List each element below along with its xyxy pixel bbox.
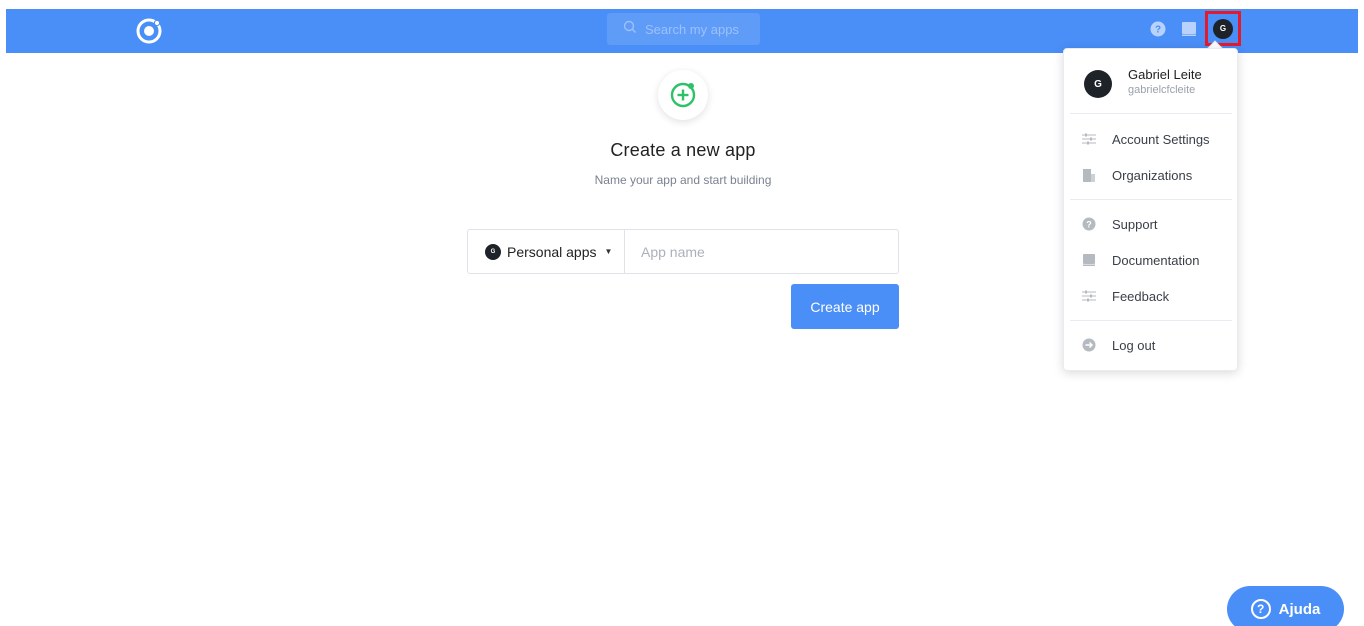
menu-item-label: Account Settings bbox=[1112, 131, 1210, 147]
caret-down-icon: ▼ bbox=[604, 247, 613, 256]
menu-item-support[interactable]: ? Support bbox=[1082, 213, 1232, 235]
help-icon[interactable]: ? bbox=[1150, 21, 1166, 37]
app-name-input[interactable] bbox=[625, 230, 898, 273]
menu-item-feedback[interactable]: Feedback bbox=[1082, 285, 1232, 307]
menu-item-label: Log out bbox=[1112, 337, 1156, 353]
add-app-icon bbox=[658, 70, 708, 120]
help-widget-label: Ajuda bbox=[1278, 600, 1321, 618]
question-circle-icon: ? bbox=[1250, 599, 1271, 619]
top-navigation-bar: Search my apps ? G bbox=[6, 9, 1358, 53]
org-avatar: G bbox=[485, 243, 501, 260]
menu-item-organizations[interactable]: Organizations bbox=[1082, 164, 1232, 186]
organization-select[interactable]: G Personal apps ▼ bbox=[468, 230, 625, 273]
search-icon bbox=[623, 20, 637, 39]
ionic-logo-icon[interactable] bbox=[134, 16, 164, 46]
arrow-right-circle-icon bbox=[1082, 338, 1096, 352]
menu-item-label: Feedback bbox=[1112, 288, 1170, 304]
account-menu-button[interactable]: G bbox=[1205, 11, 1241, 46]
menu-item-documentation[interactable]: Documentation bbox=[1082, 249, 1232, 271]
account-user-info: G Gabriel Leite gabrielcfcleite bbox=[1084, 63, 1224, 103]
sliders-icon bbox=[1082, 289, 1096, 303]
building-icon bbox=[1082, 168, 1096, 182]
help-widget-button[interactable]: ? Ajuda bbox=[1227, 586, 1344, 626]
search-placeholder: Search my apps bbox=[645, 21, 739, 37]
menu-item-label: Support bbox=[1112, 216, 1158, 232]
book-icon[interactable] bbox=[1181, 21, 1197, 37]
page-subtitle: Name your app and start building bbox=[594, 173, 772, 187]
avatar: G bbox=[1213, 18, 1233, 39]
divider bbox=[1070, 113, 1232, 114]
organization-label: Personal apps bbox=[507, 243, 597, 260]
search-input[interactable]: Search my apps bbox=[607, 13, 760, 45]
user-handle: gabrielcfcleite bbox=[1128, 84, 1196, 96]
create-app-button[interactable]: Create app bbox=[791, 284, 899, 329]
user-name: Gabriel Leite bbox=[1128, 67, 1202, 82]
account-dropdown-menu: G Gabriel Leite gabrielcfcleite Account … bbox=[1063, 48, 1238, 371]
avatar: G bbox=[1084, 70, 1112, 98]
book-icon bbox=[1082, 253, 1096, 267]
menu-item-label: Organizations bbox=[1112, 167, 1193, 183]
sliders-icon bbox=[1082, 132, 1096, 146]
svg-text:?: ? bbox=[1155, 25, 1161, 36]
svg-text:?: ? bbox=[1086, 220, 1092, 230]
question-circle-icon: ? bbox=[1082, 217, 1096, 231]
menu-item-label: Documentation bbox=[1112, 252, 1200, 268]
menu-item-account-settings[interactable]: Account Settings bbox=[1082, 128, 1232, 150]
divider bbox=[1070, 199, 1232, 200]
create-app-form: G Personal apps ▼ bbox=[467, 229, 899, 274]
divider bbox=[1070, 320, 1232, 321]
menu-item-log-out[interactable]: Log out bbox=[1082, 334, 1232, 356]
page-title: Create a new app bbox=[610, 140, 756, 160]
